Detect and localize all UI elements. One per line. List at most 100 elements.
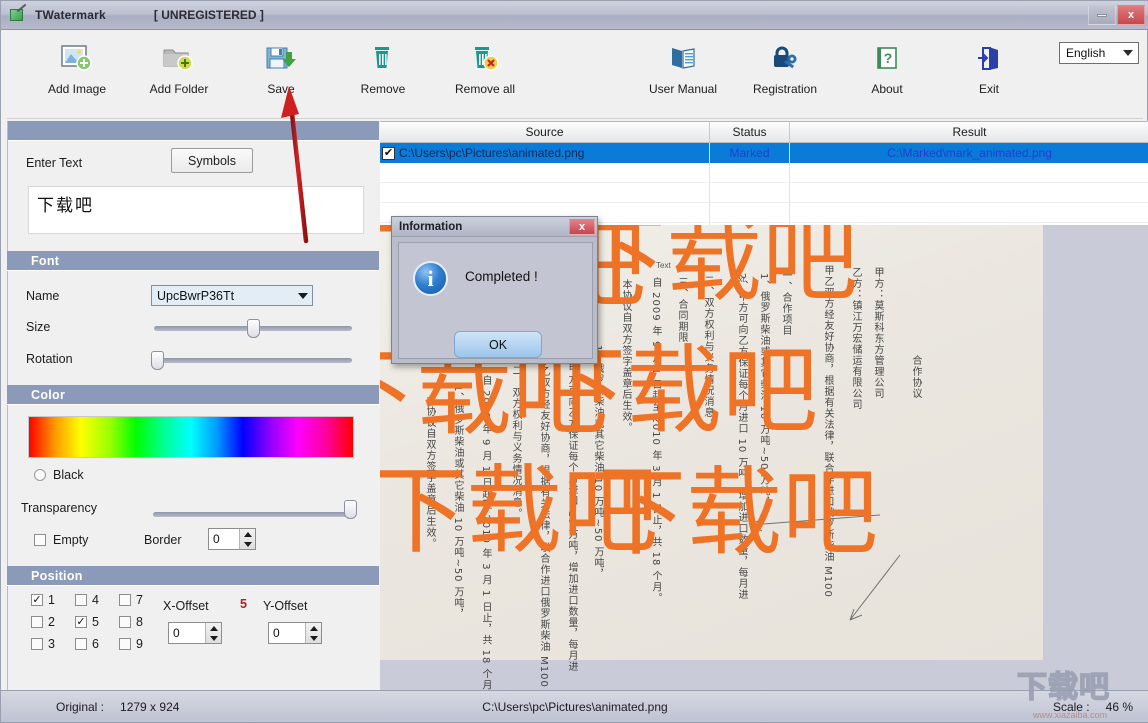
app-logo-icon (9, 3, 27, 23)
minimize-button[interactable] (1088, 5, 1116, 25)
enter-text-label: Enter Text (26, 156, 83, 170)
user-manual-button[interactable]: User Manual (637, 37, 729, 113)
cell-result (790, 163, 1148, 183)
registration-button[interactable]: Registration (739, 37, 831, 113)
border-value: 0 (213, 532, 220, 546)
stepper-arrows[interactable] (239, 529, 255, 549)
position-cell-7[interactable]: 7 (119, 593, 163, 607)
language-select[interactable]: English (1059, 42, 1139, 64)
y-offset-label: Y-Offset (263, 599, 308, 613)
checkbox-icon[interactable] (119, 638, 131, 650)
close-button[interactable]: x (1117, 5, 1145, 25)
add-image-button[interactable]: Add Image (31, 37, 123, 113)
cell-status: Marked (710, 143, 790, 163)
stepper-up-icon[interactable] (309, 625, 318, 631)
dialog-title-bar: Information x (392, 217, 597, 237)
transparency-slider-thumb[interactable] (344, 500, 357, 519)
row-checkbox-icon[interactable]: ✔ (382, 146, 395, 160)
stepper-arrows[interactable] (305, 623, 321, 643)
stepper-arrows[interactable] (205, 623, 221, 643)
border-stepper[interactable]: 0 (208, 528, 256, 550)
add-image-label: Add Image (47, 82, 107, 96)
table-row[interactable] (380, 183, 1148, 203)
position-cell-5[interactable]: ✓ 5 (75, 615, 119, 629)
stepper-down-icon[interactable] (309, 635, 318, 641)
text-section-header (8, 121, 379, 141)
remove-all-button[interactable]: Remove all (439, 37, 531, 113)
about-label: About (871, 82, 903, 96)
border-label: Border (144, 533, 182, 547)
user-manual-label: User Manual (648, 82, 718, 96)
add-folder-label: Add Folder (149, 82, 209, 96)
empty-checkbox-option[interactable]: Empty (34, 533, 88, 547)
font-size-slider-thumb[interactable] (247, 319, 260, 338)
add-folder-button[interactable]: Add Folder (133, 37, 225, 113)
cell-source[interactable]: ✔ C:\Users\pc\Pictures\animated.png (380, 143, 710, 163)
color-spectrum-picker[interactable] (28, 416, 354, 458)
information-dialog[interactable]: Information x i Completed ! OK (391, 216, 598, 364)
checkbox-icon[interactable] (31, 616, 43, 628)
cell-source (380, 163, 710, 183)
font-name-label: Name (26, 289, 60, 303)
position-cell-4[interactable]: 4 (75, 593, 119, 607)
font-section-header: Font (7, 251, 379, 271)
transparency-slider-track[interactable] (153, 512, 351, 517)
symbols-button[interactable]: Symbols (171, 148, 253, 173)
checkbox-icon[interactable] (75, 594, 87, 606)
stepper-down-icon[interactable] (209, 635, 218, 641)
watermark-instance: 下载吧 (590, 457, 878, 569)
position-cell-8[interactable]: 8 (119, 615, 163, 629)
watermark-text-input[interactable]: 下载吧 (28, 186, 364, 234)
checkbox-icon[interactable]: ✓ (75, 616, 87, 628)
y-offset-stepper[interactable]: 0 (268, 622, 322, 644)
y-offset-value: 0 (273, 626, 280, 640)
position-label-2: 2 (48, 615, 55, 629)
black-color-option[interactable]: Black (34, 468, 84, 482)
position-grid: ✓ 1 4 7 2 ✓ 5 8 3 6 9 (31, 589, 163, 655)
file-path: C:\Users\pc\Pictures\animated.png (482, 699, 668, 714)
lock-key-icon (768, 37, 802, 81)
stepper-up-icon[interactable] (209, 625, 218, 631)
registration-state-label: [ UNREGISTERED ] (153, 8, 264, 22)
rotation-slider-track[interactable] (154, 358, 352, 363)
info-icon: i (413, 261, 448, 296)
checkbox-icon[interactable] (31, 638, 43, 650)
position-cell-2[interactable]: 2 (31, 615, 75, 629)
position-cell-9[interactable]: 9 (119, 637, 163, 651)
remove-button[interactable]: Remove (337, 37, 429, 113)
dialog-ok-button[interactable]: OK (454, 331, 542, 358)
svg-text:?: ? (884, 50, 893, 66)
table-row[interactable] (380, 163, 1148, 183)
save-button[interactable]: Save (235, 37, 327, 113)
application-window: TWatermark [ UNREGISTERED ] x Add Image (0, 0, 1148, 723)
font-name-select[interactable]: UpcBwrP36Tt (151, 285, 313, 306)
dialog-body: i Completed ! OK (398, 242, 593, 359)
x-offset-stepper[interactable]: 0 (168, 622, 222, 644)
question-book-icon: ? (870, 37, 904, 81)
checkbox-icon[interactable] (75, 638, 87, 650)
checkbox-icon[interactable]: ✓ (31, 594, 43, 606)
position-section-header: Position (7, 566, 379, 586)
position-cell-3[interactable]: 3 (31, 637, 75, 651)
position-cell-6[interactable]: 6 (75, 637, 119, 651)
position-cell-1[interactable]: ✓ 1 (31, 593, 75, 607)
rotation-slider-thumb[interactable] (151, 351, 164, 370)
cell-status (710, 203, 790, 223)
dialog-close-button[interactable]: x (569, 218, 595, 235)
column-header-source[interactable]: Source (380, 122, 710, 142)
checkbox-icon[interactable] (34, 534, 46, 546)
stepper-up-icon[interactable] (243, 531, 252, 537)
column-header-status[interactable]: Status (710, 122, 790, 142)
position-label-3: 3 (48, 637, 55, 651)
position-row: 3 6 9 (31, 633, 163, 655)
checkbox-icon[interactable] (119, 616, 131, 628)
cell-source (380, 183, 710, 203)
table-row[interactable]: ✔ C:\Users\pc\Pictures\animated.png Mark… (380, 143, 1148, 163)
checkbox-icon[interactable] (119, 594, 131, 606)
radio-icon[interactable] (34, 469, 46, 481)
about-button[interactable]: ? About (841, 37, 933, 113)
exit-button[interactable]: Exit (943, 37, 1035, 113)
column-header-result[interactable]: Result (790, 122, 1148, 142)
exit-door-icon (972, 37, 1006, 81)
stepper-down-icon[interactable] (243, 541, 252, 547)
